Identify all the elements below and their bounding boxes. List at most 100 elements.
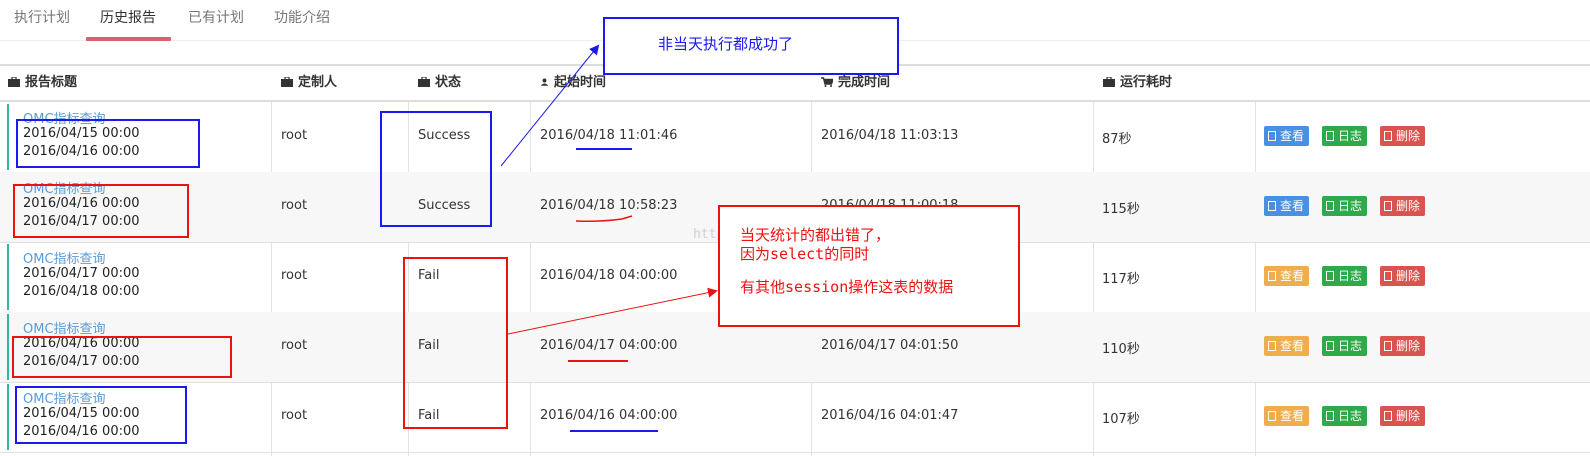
- range-to: 2016/04/17 00:00: [23, 354, 140, 369]
- start-time: 2016/04/18 10:58:23: [540, 198, 678, 213]
- tab-execution-plan[interactable]: 执行计划: [0, 8, 84, 32]
- start-time: 2016/04/16 04:00:00: [540, 408, 678, 423]
- row-indicator: [7, 244, 9, 310]
- status: Success: [418, 198, 471, 213]
- file-icon: [1326, 271, 1334, 281]
- cart-icon: [821, 77, 833, 87]
- duration: 107秒: [1102, 412, 1140, 427]
- view-button[interactable]: 查看: [1264, 336, 1310, 356]
- delete-button[interactable]: 删除: [1380, 196, 1426, 216]
- status: Fail: [418, 268, 440, 283]
- owner: root: [281, 198, 308, 213]
- report-title-link[interactable]: OMC指标查询: [23, 318, 106, 337]
- range-from: 2016/04/17 00:00: [23, 266, 140, 281]
- tab-feature-intro[interactable]: 功能介绍: [260, 8, 344, 32]
- file-icon: [1268, 271, 1276, 281]
- annotation-failure-line-1: 当天统计的都出错了，: [740, 226, 891, 244]
- duration: 87秒: [1102, 132, 1132, 147]
- start-time: 2016/04/18 04:00:00: [540, 268, 678, 283]
- table-row: OMC指标查询 2016/04/15 00:00 2016/04/16 00:0…: [0, 102, 1590, 173]
- briefcase-icon: [8, 77, 20, 87]
- log-button[interactable]: 日志: [1322, 336, 1368, 356]
- start-time: 2016/04/17 04:00:00: [540, 338, 678, 353]
- briefcase-icon: [1103, 77, 1115, 87]
- status: Success: [418, 128, 471, 143]
- delete-button[interactable]: 删除: [1380, 406, 1426, 426]
- annotation-failure-line-2: 因为select的同时: [740, 245, 870, 263]
- header-duration[interactable]: 运行耗时: [1103, 66, 1172, 100]
- range-to: 2016/04/18 00:00: [23, 284, 140, 299]
- header-status[interactable]: 状态: [418, 66, 461, 100]
- owner: root: [281, 128, 308, 143]
- row-indicator: [7, 104, 9, 170]
- end-time: 2016/04/16 04:01:47: [821, 408, 959, 423]
- tab-bar: 执行计划 历史报告 已有计划 功能介绍: [0, 0, 1590, 41]
- table-row: OMC指标查询 2016/04/15 00:00 2016/04/16 00:0…: [0, 382, 1590, 453]
- view-button[interactable]: 查看: [1264, 266, 1310, 286]
- log-button[interactable]: 日志: [1322, 406, 1368, 426]
- annotation-failure-note: 当天统计的都出错了， 因为select的同时 有其他session操作这表的数据: [740, 226, 953, 297]
- delete-button[interactable]: 删除: [1380, 266, 1426, 286]
- header-start-time[interactable]: 起始时间: [540, 66, 606, 100]
- duration: 115秒: [1102, 202, 1140, 217]
- table-header: 报告标题 定制人 状态 起始时间 完成时间 运行耗时: [0, 66, 1590, 102]
- start-time: 2016/04/18 11:01:46: [540, 128, 678, 143]
- report-title-link[interactable]: OMC指标查询: [23, 178, 106, 197]
- owner: root: [281, 338, 308, 353]
- tab-existing-plans[interactable]: 已有计划: [174, 8, 258, 32]
- user-icon: [540, 78, 549, 86]
- tab-history-report[interactable]: 历史报告: [86, 8, 170, 32]
- range-from: 2016/04/16 00:00: [23, 336, 140, 351]
- annotation-spacer: [740, 264, 953, 278]
- annotation-success-note: 非当天执行都成功了: [658, 35, 794, 53]
- duration: 117秒: [1102, 272, 1140, 287]
- header-end-time[interactable]: 完成时间: [821, 66, 890, 100]
- duration: 110秒: [1102, 342, 1140, 357]
- delete-button[interactable]: 删除: [1380, 336, 1426, 356]
- row-indicator: [7, 384, 9, 450]
- range-to: 2016/04/16 00:00: [23, 424, 140, 439]
- trash-icon: [1384, 201, 1392, 211]
- trash-icon: [1384, 411, 1392, 421]
- end-time: 2016/04/18 11:03:13: [821, 128, 959, 143]
- file-icon: [1326, 341, 1334, 351]
- end-time: 2016/04/18 11:00:18: [821, 198, 959, 213]
- file-icon: [1326, 131, 1334, 141]
- owner: root: [281, 268, 308, 283]
- log-button[interactable]: 日志: [1322, 196, 1368, 216]
- trash-icon: [1384, 341, 1392, 351]
- file-icon: [1268, 201, 1276, 211]
- file-icon: [1268, 411, 1276, 421]
- status: Fail: [418, 408, 440, 423]
- range-from: 2016/04/15 00:00: [23, 406, 140, 421]
- trash-icon: [1384, 271, 1392, 281]
- table-row: OMC指标查询 2016/04/16 00:00 2016/04/17 00:0…: [0, 312, 1590, 383]
- header-report-title[interactable]: 报告标题: [8, 66, 77, 100]
- log-button[interactable]: 日志: [1322, 266, 1368, 286]
- file-icon: [1326, 411, 1334, 421]
- log-button[interactable]: 日志: [1322, 126, 1368, 146]
- annotation-failure-line-3: 有其他session操作这表的数据: [740, 278, 954, 296]
- file-icon: [1268, 341, 1276, 351]
- range-from: 2016/04/15 00:00: [23, 126, 140, 141]
- owner: root: [281, 408, 308, 423]
- file-icon: [1268, 131, 1276, 141]
- briefcase-icon: [418, 77, 430, 87]
- range-to: 2016/04/16 00:00: [23, 144, 140, 159]
- row-indicator: [7, 314, 9, 380]
- report-title-link[interactable]: OMC指标查询: [23, 388, 106, 407]
- end-time: 2016/04/17 04:01:50: [821, 338, 959, 353]
- view-button[interactable]: 查看: [1264, 126, 1310, 146]
- report-title-link[interactable]: OMC指标查询: [23, 108, 106, 127]
- delete-button[interactable]: 删除: [1380, 126, 1426, 146]
- watermark-text: http:: [693, 227, 733, 242]
- view-button[interactable]: 查看: [1264, 406, 1310, 426]
- header-owner[interactable]: 定制人: [281, 66, 337, 100]
- report-title-link[interactable]: OMC指标查询: [23, 248, 106, 267]
- trash-icon: [1384, 131, 1392, 141]
- active-tab-indicator: [86, 37, 171, 41]
- briefcase-icon: [281, 77, 293, 87]
- range-to: 2016/04/17 00:00: [23, 214, 140, 229]
- range-from: 2016/04/16 00:00: [23, 196, 140, 211]
- view-button[interactable]: 查看: [1264, 196, 1310, 216]
